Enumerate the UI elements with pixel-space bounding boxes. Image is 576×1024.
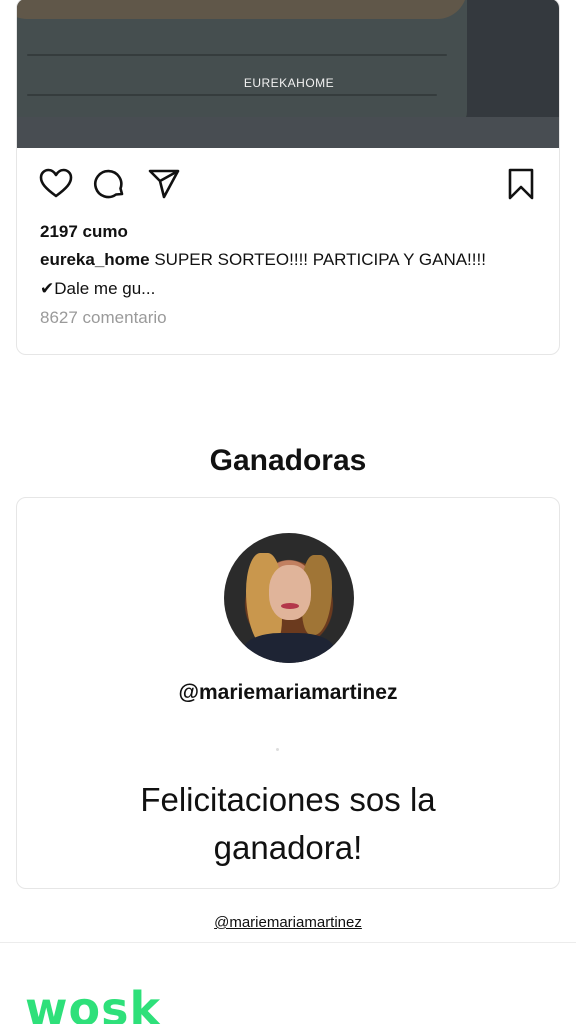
separator-dot xyxy=(276,748,279,751)
image-watermark: EUREKAHOME xyxy=(243,76,335,90)
footer-divider xyxy=(0,942,576,943)
winner-handle: @mariemariamartinez xyxy=(178,681,398,704)
brand-logo[interactable]: wosk xyxy=(25,982,161,1024)
winner-profile-link[interactable]: @mariemariamartinez xyxy=(0,914,576,931)
bookmark-icon[interactable] xyxy=(504,167,538,201)
section-title: Ganadoras xyxy=(209,444,367,477)
comment-icon[interactable] xyxy=(93,167,127,201)
post-image[interactable]: EUREKAHOME xyxy=(17,0,559,148)
congrats-message: Felicitaciones sos la ganadora! xyxy=(17,776,559,872)
share-icon[interactable] xyxy=(147,167,181,201)
post-username[interactable]: eureka_home xyxy=(40,250,150,269)
comments-count[interactable]: 8627 comentario xyxy=(40,308,167,328)
congrats-line-1: Felicitaciones sos la xyxy=(140,781,436,818)
post-caption: eureka_home SUPER SORTEO!!!! PARTICIPA Y… xyxy=(40,250,486,270)
post-actions xyxy=(39,167,539,201)
avatar xyxy=(224,533,354,663)
congrats-line-2: ganadora! xyxy=(213,829,363,866)
heart-icon[interactable] xyxy=(39,167,73,201)
instagram-post-card: EUREKAHOME 2197 cumo eureka_home SUPER S… xyxy=(16,0,560,355)
likes-count[interactable]: 2197 cumo xyxy=(40,222,128,242)
caption-more[interactable]: ✔Dale me gu... xyxy=(40,279,155,299)
winner-card: @mariemariamartinez Felicitaciones sos l… xyxy=(16,497,560,889)
caption-text: SUPER SORTEO!!!! PARTICIPA Y GANA!!!! xyxy=(149,250,486,269)
